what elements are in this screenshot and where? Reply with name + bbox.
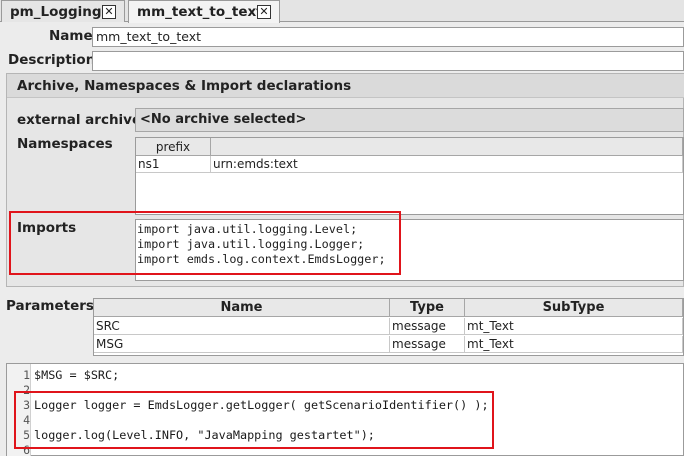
close-tab-icon[interactable]: ✕ [102, 5, 116, 19]
parameter-type-cell[interactable]: message [390, 318, 465, 335]
name-field[interactable]: mm_text_to_text [92, 27, 684, 47]
code-line[interactable]: $MSG = $SRC; [34, 368, 119, 383]
column-header-prefix[interactable]: prefix [136, 138, 211, 156]
column-header-name[interactable]: Name [94, 299, 390, 317]
parameters-table[interactable]: Name Type SubType SRC message mt_Text MS… [93, 298, 684, 356]
parameter-name-cell[interactable]: SRC [94, 318, 390, 335]
column-header-type[interactable]: Type [390, 299, 465, 317]
tab-label: mm_text_to_text [137, 4, 263, 20]
namespaces-table[interactable]: prefix ns1 urn:emds:text [135, 137, 684, 215]
description-label: Description [8, 52, 96, 68]
column-header-subtype[interactable]: SubType [465, 299, 683, 317]
external-archive-label: external archive [17, 112, 142, 128]
close-tab-icon[interactable]: ✕ [257, 5, 271, 19]
line-number: 1 [23, 368, 30, 382]
name-label: Name [49, 28, 93, 44]
namespace-prefix-cell[interactable]: ns1 [136, 156, 211, 173]
external-archive-dropdown[interactable]: <No archive selected> [135, 108, 684, 132]
parameter-subtype-cell[interactable]: mt_Text [465, 318, 683, 335]
description-field[interactable] [92, 51, 684, 71]
imports-highlight-box [9, 211, 401, 275]
tab-mm-text-to-text[interactable]: mm_text_to_text ✕ [128, 0, 280, 23]
tab-label: pm_Logging [10, 3, 102, 20]
column-header-uri[interactable] [211, 138, 683, 156]
parameters-label: Parameters [6, 298, 94, 314]
namespace-uri-cell[interactable]: urn:emds:text [211, 156, 683, 173]
code-highlight-box [14, 391, 494, 449]
parameter-type-cell[interactable]: message [390, 336, 465, 353]
parameter-name-cell[interactable]: MSG [94, 336, 390, 353]
tab-pm-logging[interactable]: pm_Logging ✕ [1, 0, 125, 22]
parameter-subtype-cell[interactable]: mt_Text [465, 336, 683, 353]
namespaces-label: Namespaces [17, 136, 113, 152]
section-title: Archive, Namespaces & Import declaration… [17, 78, 352, 94]
